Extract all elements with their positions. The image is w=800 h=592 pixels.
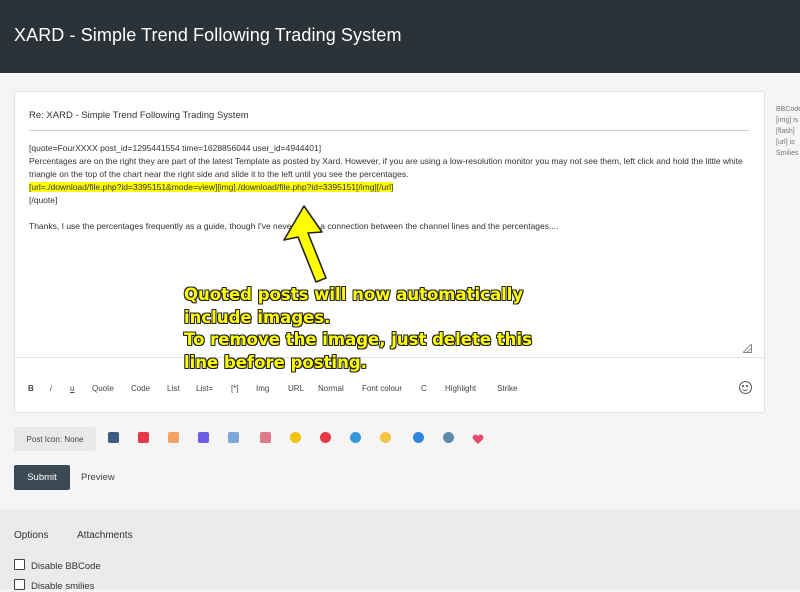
checkbox[interactable] [14,559,25,570]
gear-icon[interactable] [443,432,454,443]
message-line: [quote=FourXXXX post_id=1295441554 time=… [29,143,322,153]
heart-icon[interactable] [472,432,484,444]
smiley-icon[interactable] [739,381,752,394]
page-title: XARD - Simple Trend Following Trading Sy… [14,25,402,45]
tab-attachments[interactable]: Attachments [77,530,133,541]
thumbs-down-icon[interactable] [260,432,271,443]
help-line: Smilies [776,150,799,157]
toolbar-normal-button[interactable]: Normal [318,384,344,393]
highlighted-text: [url=./download/file.php?id=3395151&mode… [29,182,394,192]
message-line: Thanks, I use the percentages frequently… [29,221,559,231]
annotation-line: Quoted posts will now automatically [184,285,524,304]
traffic-light-icon[interactable] [138,432,149,443]
bars-icon[interactable] [198,432,209,443]
checkbox[interactable] [14,579,25,590]
info-icon[interactable] [290,432,301,443]
magnifier-icon[interactable] [413,432,424,443]
option-label: Disable BBCode [31,561,101,572]
help-line: [flash] [776,128,795,135]
submit-button[interactable]: Submit [14,465,70,490]
message-line: [url=./download/file.php?id=3395151&mode… [29,181,749,194]
floppy-icon[interactable] [108,432,119,443]
alert-icon[interactable] [320,432,331,443]
help-line: [img] is [776,117,799,124]
toolbar-i-button[interactable]: i [50,384,52,393]
toolbar-c-button[interactable]: C [421,384,427,393]
top-bar: XARD - Simple Trend Following Trading Sy… [0,0,800,73]
post-icon-none[interactable]: Post Icon: None [14,427,96,451]
thumbs-up-icon[interactable] [228,432,239,443]
toolbar-highlight-button[interactable]: Highlight [445,384,476,393]
toolbar-img-button[interactable]: Img [256,384,269,393]
lightbulb-icon[interactable] [380,432,391,443]
annotation-callout: Quoted posts will now automatically incl… [184,284,604,374]
toolbar-u-button[interactable]: u [70,384,74,393]
toolbar--button[interactable]: [*] [231,384,239,393]
annotation-arrow-icon [283,205,327,283]
toolbar-strike-button[interactable]: Strike [497,384,517,393]
message-line: [/quote] [29,195,58,205]
disable-smilies-option[interactable]: Disable smilies [14,579,94,592]
subject-input[interactable]: Re: XARD - Simple Trend Following Tradin… [29,110,749,131]
toolbar-url-button[interactable]: URL [288,384,304,393]
help-line: [url] is [776,139,795,146]
toolbar-list-button[interactable]: List= [196,384,213,393]
message-content: [quote=FourXXXX post_id=1295441554 time=… [29,142,749,233]
help-line: BBCode [776,106,800,113]
annotation-line: line before posting. [184,352,367,372]
bbcode-help-panel: BBCode [img] is [flash] [url] is Smilies [776,104,800,159]
message-line [29,207,749,220]
question-icon[interactable] [350,432,361,443]
bbcode-toolbar: Bi u Quote Code List List= [*] Img URL Normal Font… [15,380,764,400]
message-line: Percentages are on the right they are pa… [29,156,743,179]
disable-bbcode-option[interactable]: Disable BBCode [14,559,101,572]
toolbar-font-colour-button[interactable]: Font colour [362,384,402,393]
option-label: Disable smilies [31,581,95,592]
preview-button[interactable]: Preview [81,472,115,483]
toolbar-b-button[interactable]: B [28,384,34,393]
resize-handle[interactable] [743,344,752,353]
annotation-line: include images. [184,307,331,327]
tab-options[interactable]: Options [14,530,48,541]
chart-icon[interactable] [168,432,179,443]
toolbar-code-button[interactable]: Code [131,384,150,393]
toolbar-list-button[interactable]: List [167,384,179,393]
toolbar-quote-button[interactable]: Quote [92,384,114,393]
options-section [0,509,800,589]
annotation-line: To remove the image, just delete this [184,330,532,349]
